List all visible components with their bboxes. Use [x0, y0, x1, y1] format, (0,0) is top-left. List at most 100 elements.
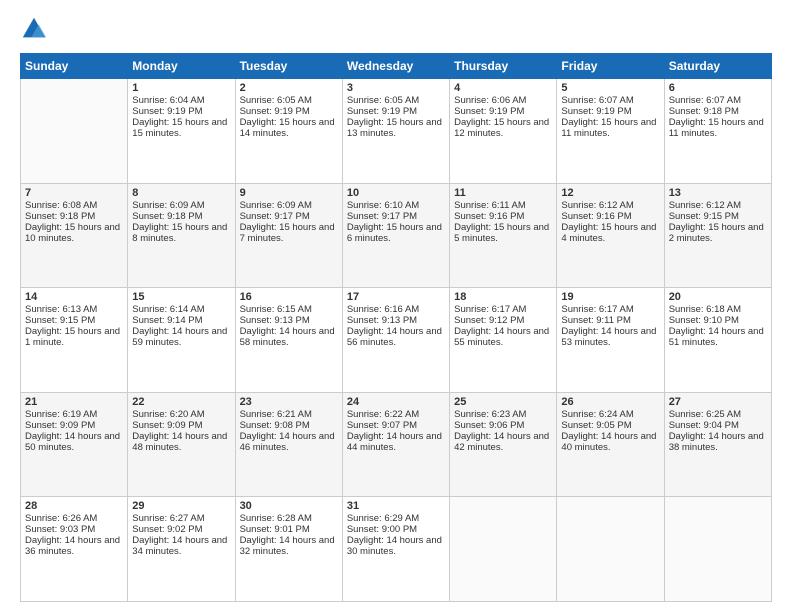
sunrise-text: Sunrise: 6:26 AM	[25, 513, 123, 524]
daylight-text: Daylight: 15 hours and 8 minutes.	[132, 222, 230, 244]
header-cell-friday: Friday	[557, 54, 664, 79]
sunset-text: Sunset: 9:08 PM	[240, 420, 338, 431]
daylight-text: Daylight: 15 hours and 6 minutes.	[347, 222, 445, 244]
sunrise-text: Sunrise: 6:23 AM	[454, 409, 552, 420]
daylight-text: Daylight: 14 hours and 46 minutes.	[240, 431, 338, 453]
day-number: 22	[132, 396, 230, 408]
calendar-cell: 12Sunrise: 6:12 AMSunset: 9:16 PMDayligh…	[557, 183, 664, 288]
day-number: 27	[669, 396, 767, 408]
day-number: 14	[25, 291, 123, 303]
sunrise-text: Sunrise: 6:22 AM	[347, 409, 445, 420]
week-row-1: 1Sunrise: 6:04 AMSunset: 9:19 PMDaylight…	[21, 79, 772, 184]
day-number: 31	[347, 500, 445, 512]
daylight-text: Daylight: 14 hours and 38 minutes.	[669, 431, 767, 453]
sunset-text: Sunset: 9:18 PM	[132, 211, 230, 222]
daylight-text: Daylight: 14 hours and 34 minutes.	[132, 535, 230, 557]
sunrise-text: Sunrise: 6:24 AM	[561, 409, 659, 420]
sunset-text: Sunset: 9:12 PM	[454, 315, 552, 326]
calendar-cell: 15Sunrise: 6:14 AMSunset: 9:14 PMDayligh…	[128, 288, 235, 393]
sunrise-text: Sunrise: 6:08 AM	[25, 200, 123, 211]
sunset-text: Sunset: 9:13 PM	[240, 315, 338, 326]
sunrise-text: Sunrise: 6:09 AM	[240, 200, 338, 211]
calendar-cell: 7Sunrise: 6:08 AMSunset: 9:18 PMDaylight…	[21, 183, 128, 288]
day-number: 16	[240, 291, 338, 303]
sunrise-text: Sunrise: 6:06 AM	[454, 95, 552, 106]
sunset-text: Sunset: 9:04 PM	[669, 420, 767, 431]
header-cell-tuesday: Tuesday	[235, 54, 342, 79]
sunrise-text: Sunrise: 6:29 AM	[347, 513, 445, 524]
calendar-cell: 11Sunrise: 6:11 AMSunset: 9:16 PMDayligh…	[450, 183, 557, 288]
day-number: 11	[454, 187, 552, 199]
calendar-cell: 19Sunrise: 6:17 AMSunset: 9:11 PMDayligh…	[557, 288, 664, 393]
calendar-cell: 22Sunrise: 6:20 AMSunset: 9:09 PMDayligh…	[128, 392, 235, 497]
calendar-cell: 28Sunrise: 6:26 AMSunset: 9:03 PMDayligh…	[21, 497, 128, 602]
sunrise-text: Sunrise: 6:25 AM	[669, 409, 767, 420]
daylight-text: Daylight: 14 hours and 42 minutes.	[454, 431, 552, 453]
daylight-text: Daylight: 15 hours and 10 minutes.	[25, 222, 123, 244]
sunset-text: Sunset: 9:02 PM	[132, 524, 230, 535]
calendar-cell: 8Sunrise: 6:09 AMSunset: 9:18 PMDaylight…	[128, 183, 235, 288]
sunrise-text: Sunrise: 6:17 AM	[454, 304, 552, 315]
day-number: 4	[454, 82, 552, 94]
daylight-text: Daylight: 14 hours and 55 minutes.	[454, 326, 552, 348]
sunset-text: Sunset: 9:19 PM	[561, 106, 659, 117]
day-number: 12	[561, 187, 659, 199]
daylight-text: Daylight: 15 hours and 1 minute.	[25, 326, 123, 348]
day-number: 28	[25, 500, 123, 512]
day-number: 5	[561, 82, 659, 94]
daylight-text: Daylight: 14 hours and 59 minutes.	[132, 326, 230, 348]
daylight-text: Daylight: 14 hours and 48 minutes.	[132, 431, 230, 453]
sunset-text: Sunset: 9:07 PM	[347, 420, 445, 431]
sunrise-text: Sunrise: 6:17 AM	[561, 304, 659, 315]
sunset-text: Sunset: 9:18 PM	[669, 106, 767, 117]
calendar-cell: 18Sunrise: 6:17 AMSunset: 9:12 PMDayligh…	[450, 288, 557, 393]
calendar-cell: 2Sunrise: 6:05 AMSunset: 9:19 PMDaylight…	[235, 79, 342, 184]
sunset-text: Sunset: 9:09 PM	[132, 420, 230, 431]
daylight-text: Daylight: 15 hours and 11 minutes.	[561, 117, 659, 139]
sunrise-text: Sunrise: 6:18 AM	[669, 304, 767, 315]
calendar-cell: 24Sunrise: 6:22 AMSunset: 9:07 PMDayligh…	[342, 392, 449, 497]
day-number: 1	[132, 82, 230, 94]
sunset-text: Sunset: 9:17 PM	[347, 211, 445, 222]
calendar-cell	[557, 497, 664, 602]
day-number: 3	[347, 82, 445, 94]
day-number: 19	[561, 291, 659, 303]
sunset-text: Sunset: 9:00 PM	[347, 524, 445, 535]
calendar-cell: 13Sunrise: 6:12 AMSunset: 9:15 PMDayligh…	[664, 183, 771, 288]
daylight-text: Daylight: 15 hours and 11 minutes.	[669, 117, 767, 139]
sunrise-text: Sunrise: 6:09 AM	[132, 200, 230, 211]
sunset-text: Sunset: 9:01 PM	[240, 524, 338, 535]
header-cell-wednesday: Wednesday	[342, 54, 449, 79]
calendar-cell: 17Sunrise: 6:16 AMSunset: 9:13 PMDayligh…	[342, 288, 449, 393]
day-number: 24	[347, 396, 445, 408]
day-number: 17	[347, 291, 445, 303]
daylight-text: Daylight: 14 hours and 56 minutes.	[347, 326, 445, 348]
sunrise-text: Sunrise: 6:12 AM	[561, 200, 659, 211]
sunset-text: Sunset: 9:06 PM	[454, 420, 552, 431]
sunrise-text: Sunrise: 6:07 AM	[561, 95, 659, 106]
header-cell-sunday: Sunday	[21, 54, 128, 79]
calendar-cell: 9Sunrise: 6:09 AMSunset: 9:17 PMDaylight…	[235, 183, 342, 288]
day-number: 20	[669, 291, 767, 303]
day-number: 8	[132, 187, 230, 199]
daylight-text: Daylight: 14 hours and 36 minutes.	[25, 535, 123, 557]
sunrise-text: Sunrise: 6:05 AM	[347, 95, 445, 106]
day-number: 21	[25, 396, 123, 408]
logo-icon	[20, 15, 48, 43]
sunrise-text: Sunrise: 6:14 AM	[132, 304, 230, 315]
sunset-text: Sunset: 9:09 PM	[25, 420, 123, 431]
calendar-body: 1Sunrise: 6:04 AMSunset: 9:19 PMDaylight…	[21, 79, 772, 602]
calendar-header: SundayMondayTuesdayWednesdayThursdayFrid…	[21, 54, 772, 79]
sunset-text: Sunset: 9:16 PM	[454, 211, 552, 222]
calendar-cell	[450, 497, 557, 602]
daylight-text: Daylight: 15 hours and 13 minutes.	[347, 117, 445, 139]
week-row-2: 7Sunrise: 6:08 AMSunset: 9:18 PMDaylight…	[21, 183, 772, 288]
sunset-text: Sunset: 9:19 PM	[454, 106, 552, 117]
day-number: 2	[240, 82, 338, 94]
daylight-text: Daylight: 15 hours and 4 minutes.	[561, 222, 659, 244]
sunrise-text: Sunrise: 6:20 AM	[132, 409, 230, 420]
day-number: 10	[347, 187, 445, 199]
day-number: 30	[240, 500, 338, 512]
day-number: 6	[669, 82, 767, 94]
sunset-text: Sunset: 9:11 PM	[561, 315, 659, 326]
